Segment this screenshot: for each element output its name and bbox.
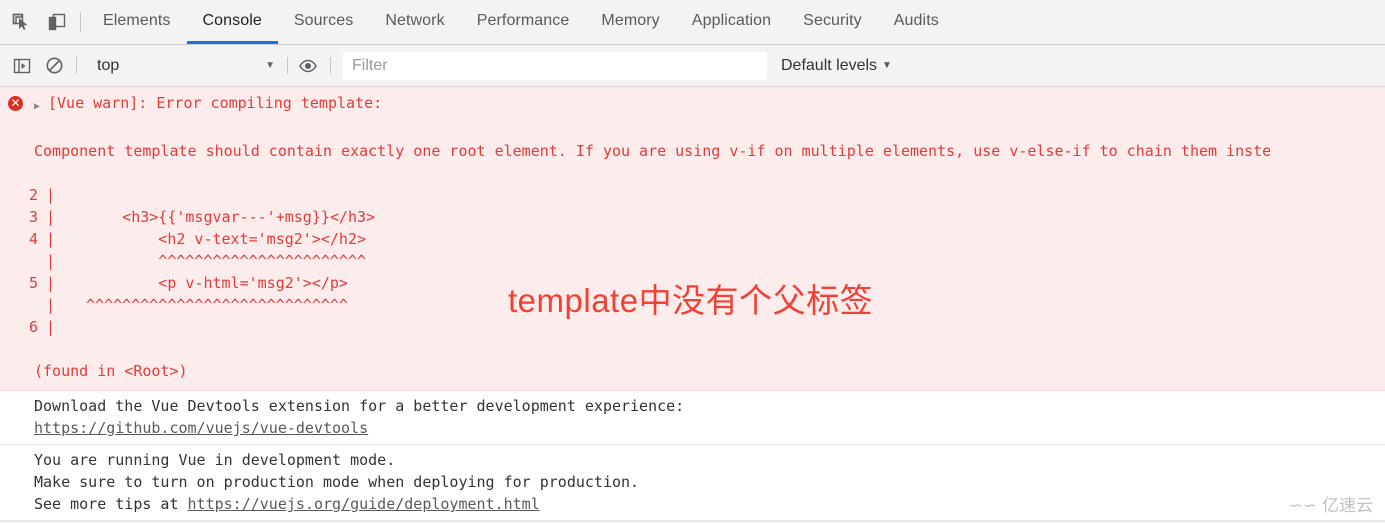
line-text: <h2 v-text='msg2'></h2>: [68, 230, 367, 248]
line-number: 5: [28, 274, 38, 292]
expand-triangle-icon[interactable]: ▶: [34, 96, 48, 118]
filterbar-divider-1: [76, 57, 77, 74]
tab-network[interactable]: Network: [369, 0, 460, 44]
tab-elements[interactable]: Elements: [87, 0, 187, 44]
tab-application[interactable]: Application: [676, 0, 787, 44]
line-gutter-bar: |: [46, 208, 56, 226]
line-number: 6: [28, 318, 38, 336]
vue-deployment-link[interactable]: https://vuejs.org/guide/deployment.html: [188, 495, 540, 513]
line-gutter-bar: |: [46, 318, 56, 336]
tab-memory[interactable]: Memory: [585, 0, 675, 44]
chevron-down-icon: ▼: [882, 60, 892, 71]
line-number: 3: [28, 208, 38, 226]
code-line: 2 |: [0, 184, 1385, 206]
line-gutter-bar: |: [46, 296, 56, 314]
tab-label: Elements: [103, 11, 171, 29]
code-line: 6 |: [0, 316, 1385, 338]
line-gutter-bar: |: [46, 230, 56, 248]
filter-input[interactable]: [343, 51, 767, 80]
tab-label: Memory: [601, 11, 660, 29]
tab-audits[interactable]: Audits: [878, 0, 955, 44]
line-text: <h3>{{'msgvar---'+msg}}</h3>: [68, 208, 376, 226]
tabbar-divider: [80, 12, 81, 32]
line-text: <p v-html='msg2'></p>: [68, 274, 348, 292]
line-number: 4: [28, 230, 38, 248]
log-levels-select[interactable]: Default levels ▼: [781, 57, 892, 75]
error-icon: ✕: [8, 96, 23, 111]
tab-performance[interactable]: Performance: [461, 0, 586, 44]
devtools-link-line: https://github.com/vuejs/vue-devtools: [0, 417, 1385, 439]
error-spacer-2: [0, 162, 1385, 184]
tabbar-icon-group: [0, 0, 76, 44]
line-text: ^^^^^^^^^^^^^^^^^^^^^^^: [68, 252, 367, 270]
devmode-line-3: See more tips at https://vuejs.org/guide…: [0, 493, 1385, 515]
panel-tabs: Elements Console Sources Network Perform…: [87, 0, 955, 44]
error-header: ✕ ▶ [Vue warn]: Error compiling template…: [0, 92, 1385, 118]
error-spacer-3: [0, 338, 1385, 360]
tab-label: Security: [803, 11, 862, 29]
tab-label: Sources: [293, 11, 354, 29]
tab-label: Application: [691, 11, 772, 29]
line-gutter-bar: |: [46, 252, 56, 270]
log-levels-label: Default levels: [781, 56, 878, 74]
devtools-message-line: Download the Vue Devtools extension for …: [34, 397, 685, 415]
device-toolbar-icon[interactable]: [44, 9, 70, 35]
code-line: 3 | <h3>{{'msgvar---'+msg}}</h3>: [0, 206, 1385, 228]
devtools-window: Elements Console Sources Network Perform…: [0, 0, 1385, 523]
execution-context-select[interactable]: top ▼: [87, 52, 283, 80]
console-log-devmode[interactable]: You are running Vue in development mode.…: [0, 445, 1385, 521]
filterbar-divider-2: [287, 57, 288, 74]
line-text: ^^^^^^^^^^^^^^^^^^^^^^^^^^^^^: [68, 296, 348, 314]
clear-console-icon[interactable]: [40, 52, 68, 80]
devtools-tabbar: Elements Console Sources Network Perform…: [0, 0, 1385, 45]
error-spacer: [0, 118, 1385, 140]
filterbar-divider-3: [330, 57, 331, 74]
tab-label: Network: [385, 11, 445, 29]
line-gutter-bar: |: [46, 186, 56, 204]
execution-context-value: top: [97, 56, 120, 74]
tab-label: Performance: [476, 11, 570, 29]
code-line: 4 | <h2 v-text='msg2'></h2>: [0, 228, 1385, 250]
sidebar-toggle-icon[interactable]: [8, 52, 36, 80]
tab-sources[interactable]: Sources: [278, 0, 369, 44]
devmode-line-1: You are running Vue in development mode.: [34, 451, 396, 469]
console-filter-toolbar: top ▼ Default levels ▼: [0, 45, 1385, 87]
code-caret-line: | ^^^^^^^^^^^^^^^^^^^^^^^: [0, 250, 1385, 272]
line-number: 2: [28, 186, 38, 204]
error-found-in: (found in <Root>): [34, 362, 188, 380]
line-gutter-bar: |: [46, 274, 56, 292]
tab-label: Audits: [893, 11, 939, 29]
console-message-list[interactable]: ✕ ▶ [Vue warn]: Error compiling template…: [0, 87, 1385, 523]
tab-console[interactable]: Console: [186, 0, 278, 44]
tab-label: Console: [202, 11, 262, 29]
inspect-element-icon[interactable]: [8, 9, 34, 35]
vue-devtools-link[interactable]: https://github.com/vuejs/vue-devtools: [34, 419, 368, 437]
eye-icon[interactable]: [294, 52, 322, 80]
devmode-line-2: Make sure to turn on production mode whe…: [34, 473, 640, 491]
console-log-devtools[interactable]: Download the Vue Devtools extension for …: [0, 391, 1385, 445]
chinese-annotation-overlay: template中没有个父标签: [508, 282, 874, 319]
chevron-down-icon: ▼: [265, 60, 275, 71]
devmode-line-3-prefix: See more tips at: [34, 495, 188, 513]
console-error-message[interactable]: ✕ ▶ [Vue warn]: Error compiling template…: [0, 87, 1385, 391]
error-detail-text: Component template should contain exactl…: [34, 142, 1272, 160]
error-title: [Vue warn]: Error compiling template:: [48, 94, 383, 112]
tab-security[interactable]: Security: [787, 0, 878, 44]
